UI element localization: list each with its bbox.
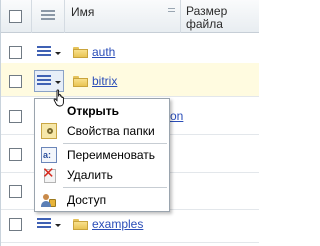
menu-item-label: Переименовать [67, 148, 155, 162]
column-grip-icon[interactable] [168, 8, 175, 15]
folder-link[interactable]: examples [92, 217, 143, 231]
row-checkbox[interactable] [9, 148, 22, 161]
row-checkbox[interactable] [9, 218, 22, 231]
header-name-col[interactable]: Имя [65, 0, 181, 33]
header-name-label: Имя [71, 5, 95, 19]
menu-item-label: Доступ [67, 193, 107, 207]
menu-item-label: Удалить [67, 168, 113, 182]
menu-item-label: Свойства папки [67, 124, 155, 138]
folder-link-partial[interactable]: on [170, 109, 183, 123]
menu-divider [63, 143, 167, 144]
row-actions-icon[interactable] [37, 218, 51, 230]
grid-header: Имя Размер файла [1, 0, 259, 33]
select-all-checkbox[interactable] [9, 10, 22, 23]
columns-menu-icon[interactable] [41, 10, 55, 22]
folder-icon [73, 219, 88, 230]
menu-item-delete[interactable]: ✕ Удалить [35, 165, 171, 185]
delete-icon: ✕ [41, 166, 57, 183]
header-size-label-line1: Размер [186, 4, 228, 18]
context-menu: Открыть Свойства папки a: Переименовать … [34, 98, 170, 212]
chevron-down-icon[interactable] [55, 224, 61, 227]
header-size-col[interactable]: Размер файла [181, 0, 259, 33]
folder-properties-icon [41, 123, 57, 139]
row-checkbox[interactable] [9, 110, 22, 123]
folder-link[interactable]: bitrix [92, 74, 117, 88]
row-checkbox[interactable] [9, 46, 22, 59]
header-actions-col [32, 0, 65, 33]
row-actions-icon[interactable] [37, 75, 51, 87]
menu-divider [63, 187, 167, 188]
menu-item-label: Открыть [67, 104, 120, 118]
hand-cursor-icon [53, 89, 64, 107]
chevron-down-icon[interactable] [55, 52, 61, 55]
row-actions-icon[interactable] [37, 46, 51, 58]
header-checkbox-col [1, 0, 32, 33]
menu-item-folder-properties[interactable]: Свойства папки [35, 121, 171, 141]
folder-link[interactable]: auth [92, 45, 115, 59]
menu-item-rename[interactable]: a: Переименовать [35, 145, 171, 165]
folder-icon [73, 47, 88, 58]
rename-icon: a: [41, 147, 57, 163]
menu-item-access[interactable]: Доступ [35, 190, 171, 210]
header-size-label-line2: файла [186, 17, 223, 31]
chevron-down-icon[interactable] [55, 81, 61, 84]
table-row[interactable]: bitrix [1, 63, 259, 97]
access-icon [41, 192, 57, 208]
row-checkbox[interactable] [9, 185, 22, 198]
folder-icon [73, 76, 88, 87]
row-checkbox[interactable] [9, 75, 22, 88]
file-grid: Имя Размер файла auth bitrix on examples… [0, 0, 259, 246]
